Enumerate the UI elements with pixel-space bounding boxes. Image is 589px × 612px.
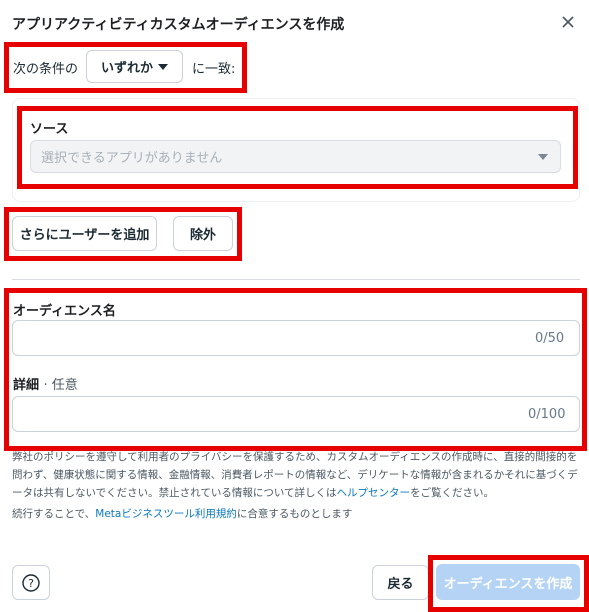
caret-down-icon (158, 64, 168, 70)
audience-name-label: オーディエンス名 (13, 304, 116, 319)
create-audience-button[interactable]: オーディエンスを作成 (436, 564, 580, 600)
audience-name-input[interactable] (12, 320, 580, 356)
caret-down-icon (538, 154, 548, 160)
details-counter: 0/100 (528, 407, 566, 422)
terms-before: 続行することで、 (12, 508, 96, 520)
exclude-button[interactable]: 除外 (173, 216, 233, 251)
audience-name-counter: 0/50 (535, 331, 565, 346)
condition-suffix: に一致: (192, 62, 236, 77)
details-label-text: 詳細 (13, 378, 40, 393)
close-icon[interactable] (558, 12, 578, 32)
question-icon: ? (22, 573, 40, 592)
add-users-button[interactable]: さらにユーザーを追加 (12, 216, 157, 251)
help-button[interactable]: ? (12, 565, 50, 600)
dialog-title: アプリアクティビティカスタムオーディエンスを作成 (12, 17, 345, 33)
source-label: ソース (30, 122, 69, 137)
match-dropdown[interactable]: いずれか (86, 50, 183, 83)
match-dropdown-value: いずれか (101, 61, 154, 76)
terms-text: 続行することで、Metaビジネスツール利用規約に合意するものとします (12, 506, 352, 521)
terms-link[interactable]: Metaビジネスツール利用規約 (95, 508, 237, 520)
help-center-link[interactable]: ヘルプセンター (337, 487, 411, 499)
details-optional: · 任意 (43, 378, 78, 393)
condition-prefix: 次の条件の (13, 62, 79, 77)
source-select-placeholder: 選択できるアプリがありません (41, 151, 223, 166)
details-input[interactable] (12, 396, 580, 432)
terms-after: に合意するものとします (236, 508, 353, 520)
source-select[interactable]: 選択できるアプリがありません (30, 140, 561, 173)
divider (12, 279, 580, 280)
back-button[interactable]: 戻る (372, 565, 429, 600)
policy-text-end: をご覧ください。 (410, 487, 495, 499)
policy-text: 弊社のポリシーを遵守して利用者のプライバシーを保護するため、カスタムオーディエン… (12, 448, 580, 502)
question-mark: ? (28, 577, 34, 590)
details-label: 詳細 · 任意 (13, 374, 78, 393)
